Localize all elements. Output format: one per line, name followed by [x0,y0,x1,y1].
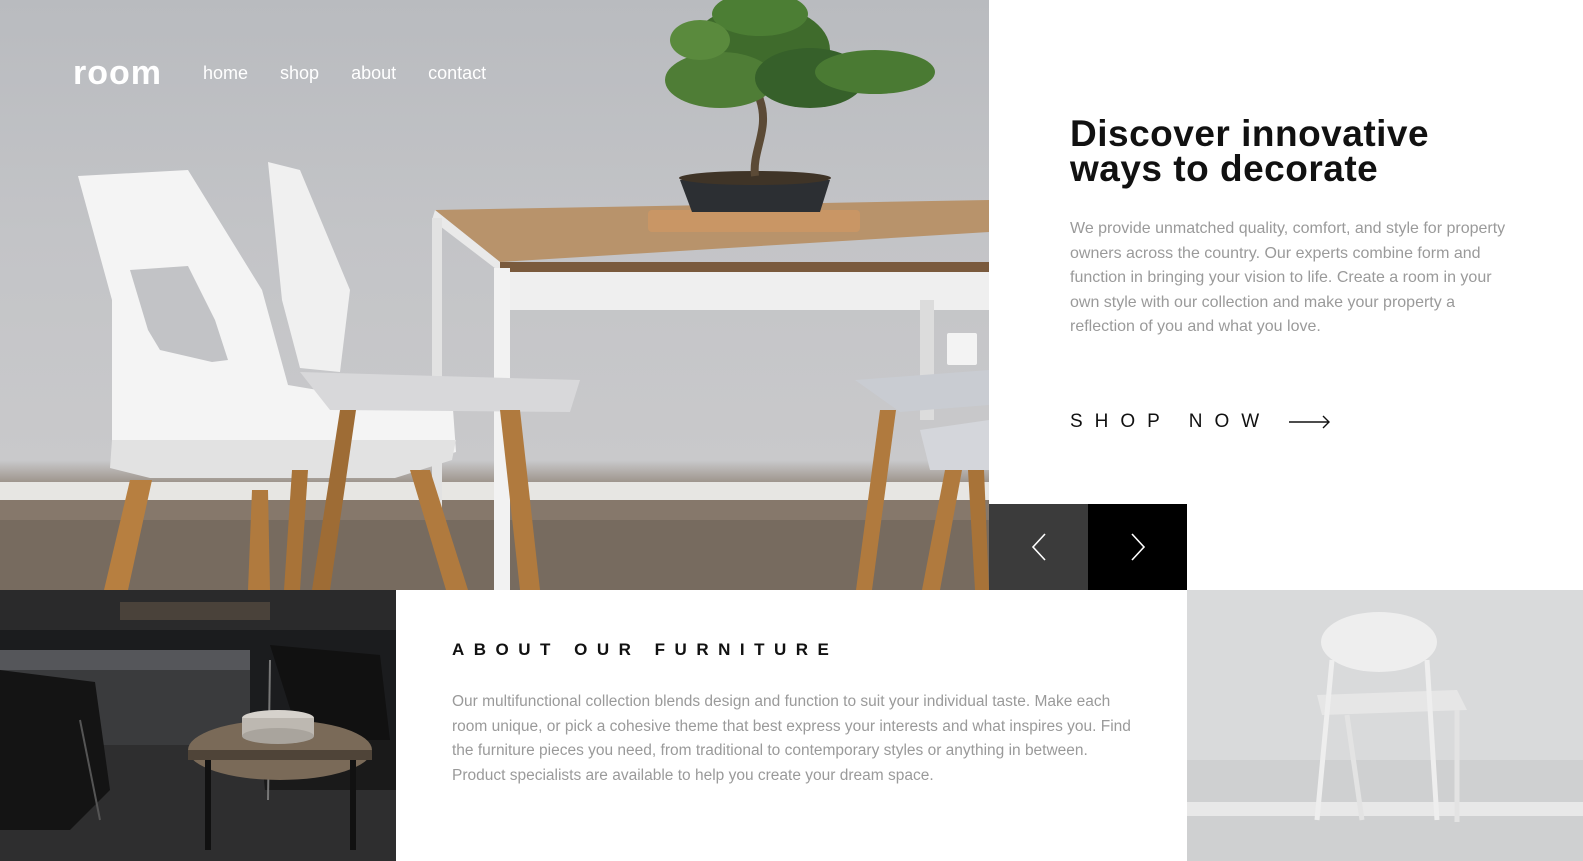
chevron-left-icon [1031,533,1046,561]
slider-prev-button[interactable] [989,504,1088,590]
slider-next-button[interactable] [1088,504,1187,590]
hero-description: We provide unmatched quality, comfort, a… [1070,220,1506,335]
nav-link-shop[interactable]: shop [280,64,319,82]
nav-link-home[interactable]: home [203,64,248,82]
dark-room-illustration [0,590,396,861]
hero-image: room home shop about contact [0,0,989,590]
about-title: ABOUT OUR FURNITURE [452,640,839,659]
main-nav: room home shop about contact [73,56,518,90]
nav-link-contact[interactable]: contact [428,64,486,82]
dark-furniture-image [0,590,396,861]
about-section: ABOUT OUR FURNITURE Our multifunctional … [396,590,1187,861]
shop-now-label: SHOP NOW [1070,411,1272,432]
white-chair-illustration [1187,590,1583,861]
hero-title-line-2: ways to decorate [1070,148,1379,189]
hero-title: Discover innovative ways to decorate [1070,115,1490,189]
chevron-right-icon [1130,533,1145,561]
shop-now-button[interactable]: SHOP NOW [1070,411,1331,433]
about-text: Our multifunctional collection blends de… [452,693,1131,784]
hero-text-panel: Discover innovative ways to decorate We … [989,0,1583,590]
light-chair-image [1187,590,1583,861]
logo[interactable]: room [73,56,162,90]
arrow-right-icon [1289,415,1331,429]
nav-link-about[interactable]: about [351,64,396,82]
